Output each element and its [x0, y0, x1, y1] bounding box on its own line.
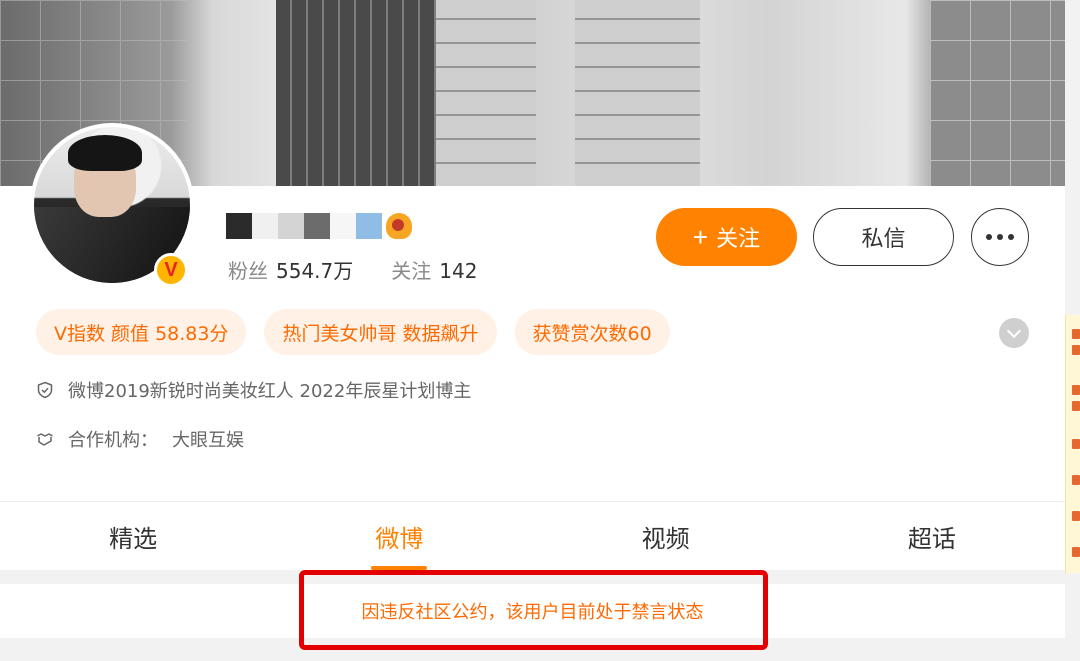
follow-label: 关注	[716, 226, 761, 251]
message-label: 私信	[861, 226, 906, 251]
agency-value[interactable]: 大眼互娱	[172, 426, 244, 452]
followers-label[interactable]: 粉丝	[228, 255, 268, 284]
tag-trending[interactable]: 热门美女帅哥 数据飙升	[264, 309, 497, 355]
follow-stats: 粉丝 554.7万 关注 142	[228, 255, 477, 284]
following-count[interactable]: 142	[439, 259, 477, 283]
username-redacted	[226, 212, 412, 240]
agency-row: 合作机构： 大眼互娱	[36, 427, 244, 451]
followers-count[interactable]: 554.7万	[276, 255, 353, 284]
plus-icon: +	[692, 221, 709, 252]
follow-button[interactable]: + 关注	[656, 208, 797, 266]
profile-tabs: 精选 微博 视频 超话	[0, 502, 1065, 570]
tag-reward-count[interactable]: 获赞赏次数60	[514, 309, 670, 355]
vip-crown-icon	[386, 213, 412, 239]
weibo-profile-page: V 粉丝 554.7万 关注 142 + 关注 私信 V指数 颜值 58.83分…	[0, 0, 1080, 661]
profile-tags: V指数 颜值 58.83分 热门美女帅哥 数据飙升 获赞赏次数60	[36, 309, 670, 355]
verified-badge-icon: V	[154, 253, 188, 287]
more-icon[interactable]	[971, 208, 1029, 266]
following-label[interactable]: 关注	[391, 255, 431, 284]
handshake-icon	[37, 433, 53, 446]
banner-building	[930, 0, 1065, 186]
banner-building	[575, 0, 700, 186]
banner-building	[436, 0, 536, 186]
tab-video[interactable]: 视频	[533, 502, 799, 570]
side-panel-edge	[1065, 315, 1080, 573]
honor-row: 微博2019新锐时尚美妆红人 2022年辰星计划博主	[36, 378, 471, 402]
banner-building	[276, 0, 436, 186]
tab-super-topic[interactable]: 超话	[799, 502, 1065, 570]
tab-weibo[interactable]: 微博	[266, 502, 532, 570]
highlight-box	[299, 570, 768, 650]
tag-v-index[interactable]: V指数 颜值 58.83分	[36, 309, 247, 355]
message-button[interactable]: 私信	[813, 208, 954, 266]
agency-label: 合作机构：	[68, 430, 158, 451]
page-edge	[1065, 0, 1080, 315]
shield-icon	[37, 381, 53, 399]
honor-text: 微博2019新锐时尚美妆红人 2022年辰星计划博主	[68, 381, 472, 402]
expand-chevron-icon[interactable]	[999, 318, 1029, 348]
tab-featured[interactable]: 精选	[0, 502, 266, 570]
